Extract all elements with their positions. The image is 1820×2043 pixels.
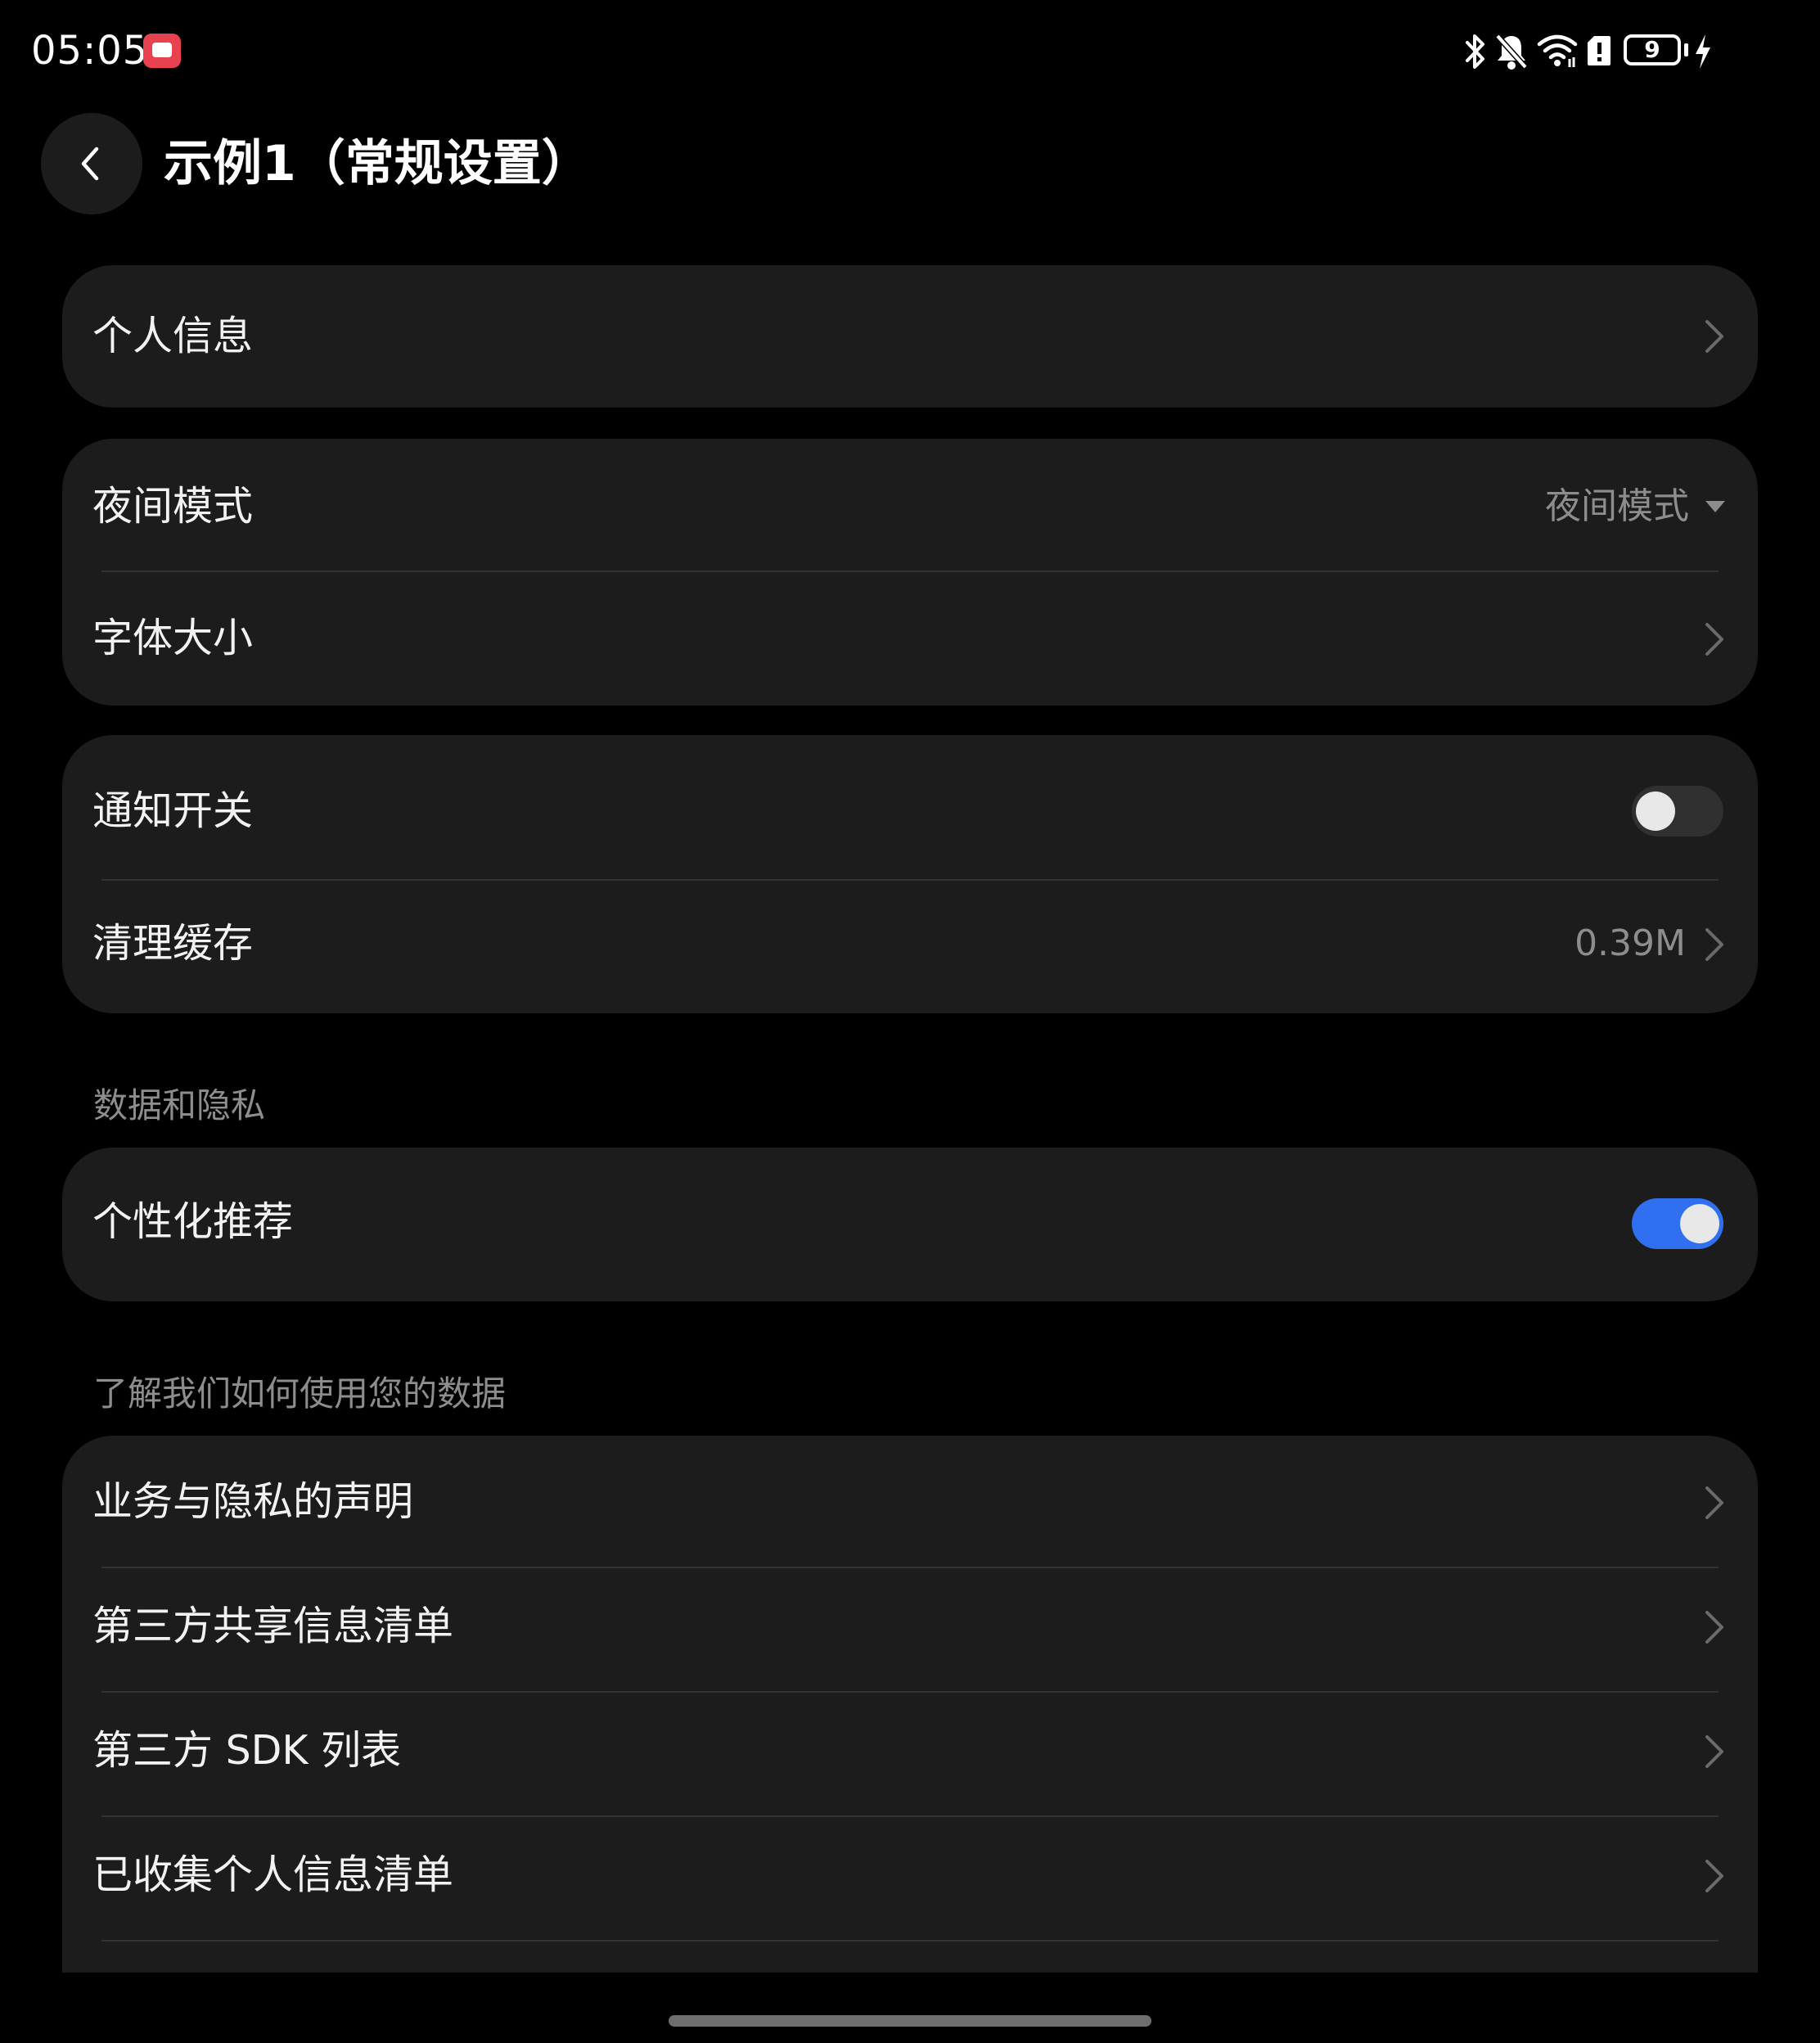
section-header-data-usage: 了解我们如何使用您的数据 xyxy=(93,1373,507,1414)
cache-size-value: 0.39M xyxy=(1574,922,1686,964)
list-item-label: 第三方共享信息清单 xyxy=(92,1603,454,1649)
divider xyxy=(101,1940,1719,1942)
list-item-label: 业务与隐私的声明 xyxy=(92,1478,414,1525)
personal-info-label: 个人信息 xyxy=(92,313,254,359)
data-usage-card: 业务与隐私的声明 第三方共享信息清单 第三方 SDK 列表 已收集个人信息清单 xyxy=(62,1436,1758,1973)
chevron-right-icon xyxy=(1705,1735,1723,1768)
notification-toggle[interactable] xyxy=(1632,786,1723,837)
personal-info-row[interactable]: 个人信息 xyxy=(62,265,1758,408)
chevron-right-icon xyxy=(1705,1486,1723,1519)
toggle-knob xyxy=(1680,1204,1719,1243)
list-item-third-party-sdk[interactable]: 第三方 SDK 列表 xyxy=(62,1693,1758,1815)
personalized-recommend-toggle[interactable] xyxy=(1632,1198,1723,1249)
personalized-recommend-label: 个性化推荐 xyxy=(92,1198,294,1245)
clear-cache-row[interactable]: 清理缓存 0.39M xyxy=(62,881,1758,1013)
bluetooth-icon xyxy=(1466,34,1484,69)
chevron-right-icon xyxy=(1705,928,1723,961)
dropdown-triangle-icon xyxy=(1705,501,1725,512)
back-button[interactable] xyxy=(41,113,142,214)
clear-cache-label: 清理缓存 xyxy=(92,920,254,967)
night-mode-label: 夜间模式 xyxy=(92,483,254,530)
battery-tip xyxy=(1684,43,1688,56)
personalized-recommend-row: 个性化推荐 xyxy=(62,1148,1758,1301)
toggle-knob xyxy=(1636,791,1675,831)
font-size-label: 字体大小 xyxy=(92,615,254,661)
status-time: 05:05 xyxy=(31,28,149,74)
sim-alert-icon xyxy=(1588,36,1611,65)
personalization-card: 个性化推荐 xyxy=(62,1148,1758,1301)
night-mode-row[interactable]: 夜间模式 夜间模式 xyxy=(62,439,1758,571)
battery-icon: 9 xyxy=(1624,34,1681,65)
status-bar: 05:05 9 xyxy=(0,0,1820,102)
section-header-data-privacy: 数据和隐私 xyxy=(93,1085,266,1125)
display-settings-card: 夜间模式 夜间模式 字体大小 xyxy=(62,439,1758,706)
chevron-right-icon xyxy=(1705,320,1723,353)
home-indicator[interactable] xyxy=(669,2015,1151,2027)
list-item-label: 第三方 SDK 列表 xyxy=(92,1727,402,1774)
wifi-icon xyxy=(1537,34,1578,67)
notification-row: 通知开关 xyxy=(62,735,1758,879)
chevron-right-icon xyxy=(1705,1611,1723,1644)
bell-muted-icon xyxy=(1495,34,1528,70)
notification-label: 通知开关 xyxy=(92,787,254,834)
list-item-privacy-statement[interactable]: 业务与隐私的声明 xyxy=(62,1436,1758,1567)
list-item-third-party-sharing[interactable]: 第三方共享信息清单 xyxy=(62,1568,1758,1691)
font-size-row[interactable]: 字体大小 xyxy=(62,572,1758,706)
app-notification-icon xyxy=(143,34,181,68)
night-mode-value[interactable]: 夜间模式 xyxy=(1545,481,1689,532)
page-title: 示例1（常规设置） xyxy=(164,135,591,192)
list-item-label: 已收集个人信息清单 xyxy=(92,1851,454,1898)
personal-info-card: 个人信息 xyxy=(62,265,1758,408)
chevron-right-icon xyxy=(1705,1860,1723,1892)
notification-cache-card: 通知开关 清理缓存 0.39M xyxy=(62,735,1758,1013)
chevron-right-icon xyxy=(1705,623,1723,656)
chevron-left-icon xyxy=(81,147,99,181)
charging-icon xyxy=(1696,34,1710,69)
list-item-collected-info[interactable]: 已收集个人信息清单 xyxy=(62,1817,1758,1940)
